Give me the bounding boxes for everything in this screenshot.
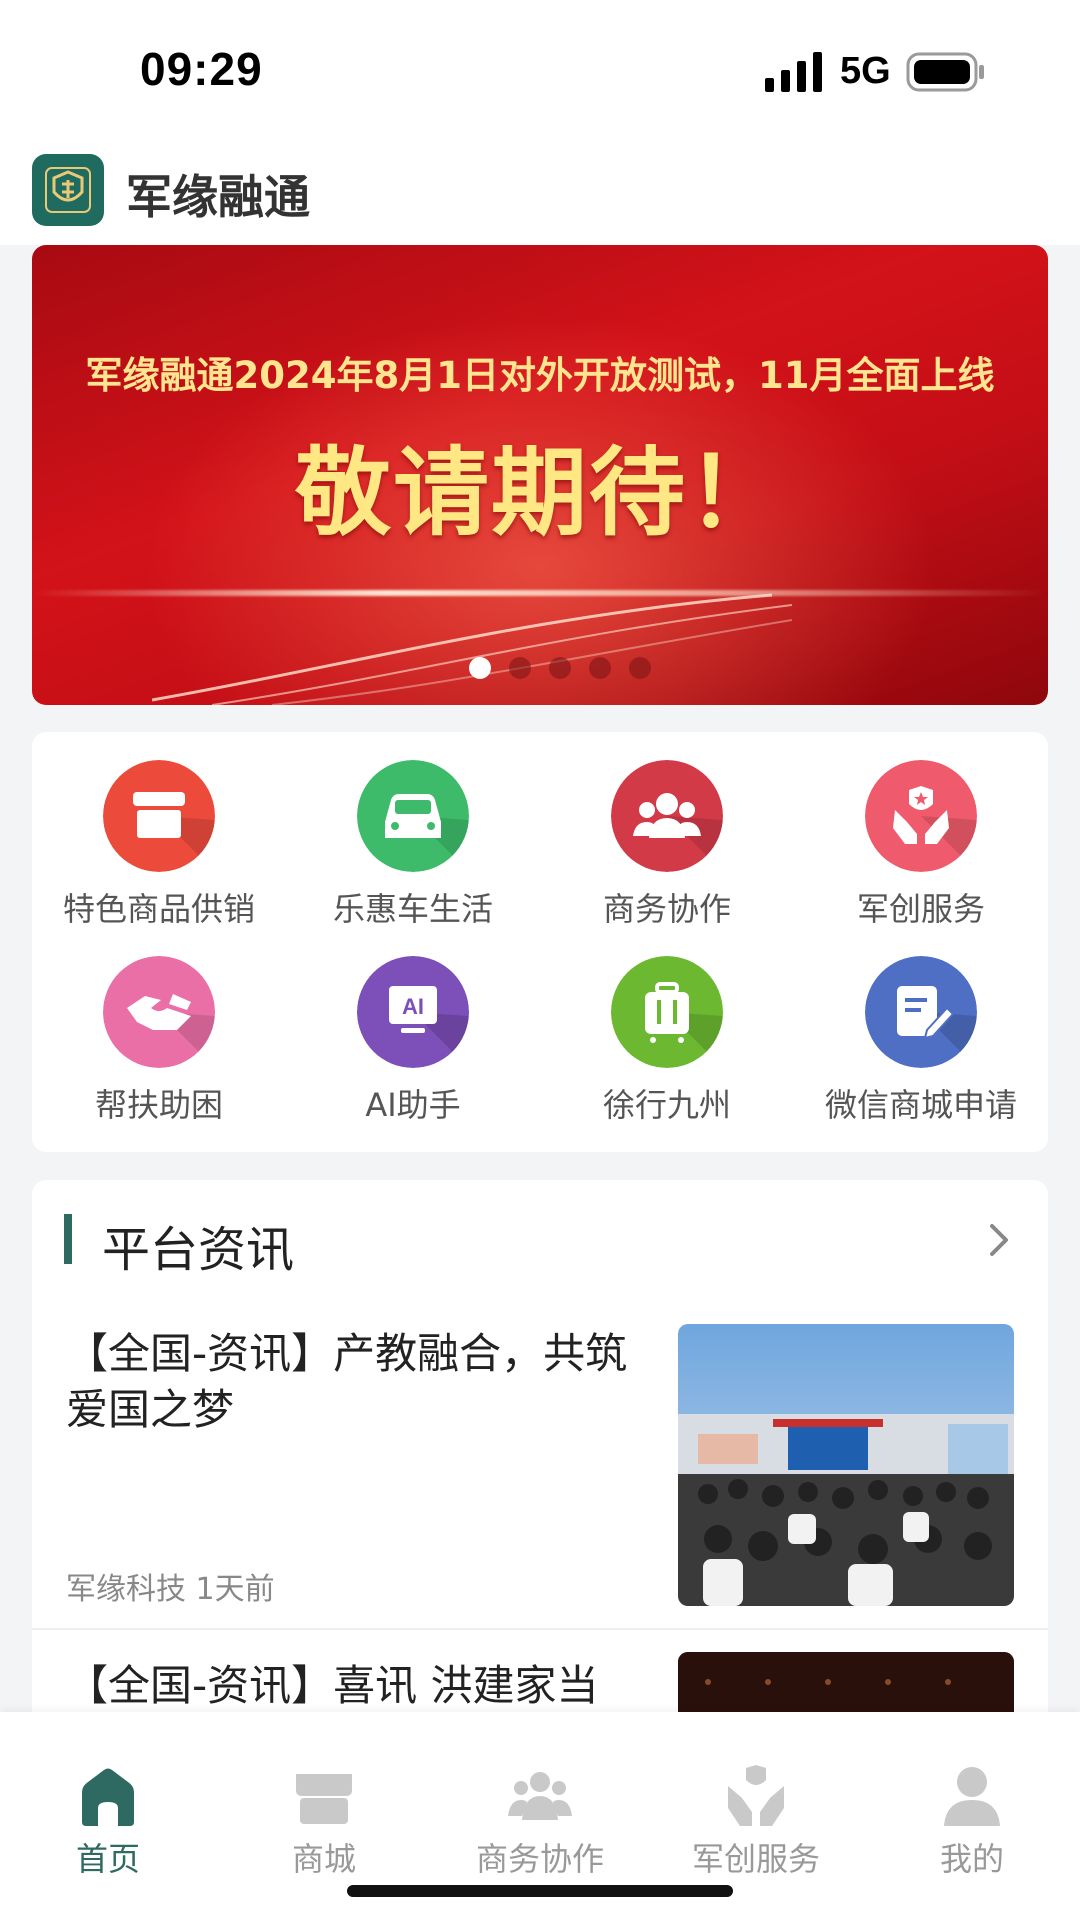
feature-label: 乐惠车生活	[332, 890, 493, 928]
hands-star-icon	[865, 760, 977, 872]
app-title: 军缘融通	[126, 170, 310, 224]
home-indicator[interactable]	[347, 1885, 733, 1897]
hands-star-icon	[728, 1765, 784, 1826]
status-time: 09:29	[140, 43, 263, 95]
banner-dot[interactable]	[549, 657, 571, 679]
battery-icon	[906, 52, 984, 92]
status-bar: 09:29 5G	[0, 0, 1080, 145]
banner-dot[interactable]	[589, 657, 611, 679]
car-icon	[357, 760, 469, 872]
news-item-title: 【全国-资讯】喜讯 洪建家当	[66, 1661, 599, 1710]
banner-title: 敬请期待！	[295, 437, 785, 549]
profile-icon	[944, 1767, 1000, 1826]
feature-label: 徐行九州	[602, 1086, 731, 1124]
news-item-title: 【全国-资讯】产教融合，共筑爱国之梦	[66, 1329, 628, 1434]
business-people-icon	[508, 1772, 572, 1820]
tab-label: 首页	[75, 1840, 140, 1878]
conference-hall-photo	[678, 1324, 1014, 1606]
chevron-right-icon[interactable]	[984, 1220, 1014, 1260]
feature-label: 军创服务	[856, 890, 985, 928]
feature-specialty-goods[interactable]: 特色商品供销	[32, 732, 286, 928]
feature-label: AI助手	[365, 1086, 461, 1124]
news-section: 平台资讯 【全国-资讯】产教融合，共筑爱国之梦 军缘科技 1天前 【全国-资讯】…	[32, 1180, 1048, 1740]
tab-label: 商城	[291, 1840, 356, 1878]
app-logo-icon	[32, 154, 104, 226]
tab-business-collab[interactable]: 商务协作	[432, 1712, 648, 1878]
tab-mall[interactable]: 商城	[216, 1712, 432, 1878]
tab-label: 军创服务	[691, 1840, 820, 1878]
tab-label: 我的	[939, 1840, 1004, 1878]
banner-dot[interactable]	[629, 657, 651, 679]
tab-profile[interactable]: 我的	[864, 1712, 1080, 1878]
feature-military-service[interactable]: 军创服务	[794, 732, 1048, 928]
home-icon	[82, 1768, 134, 1826]
app-header: 军缘融通	[0, 145, 1080, 245]
signal-bars-icon	[765, 52, 822, 92]
feature-label: 帮扶助困	[94, 1086, 223, 1124]
handshake-icon	[103, 956, 215, 1068]
feature-ai-assistant[interactable]: AI AI助手	[286, 928, 540, 1124]
section-accent-bar	[64, 1214, 72, 1264]
tab-label: 商务协作	[475, 1840, 604, 1878]
news-item-meta: 军缘科技 1天前	[66, 1564, 275, 1608]
luggage-icon	[611, 956, 723, 1068]
feature-label: 特色商品供销	[62, 890, 255, 928]
tab-home[interactable]: 首页	[0, 1712, 216, 1878]
promo-banner[interactable]: 军缘融通2024年8月1日对外开放测试，11月全面上线 敬请期待！	[32, 245, 1048, 705]
store-icon	[103, 760, 215, 872]
store-icon	[296, 1774, 352, 1824]
news-item[interactable]: 【全国-资讯】产教融合，共筑爱国之梦 军缘科技 1天前	[32, 1324, 1048, 1626]
feature-label: 微信商城申请	[824, 1086, 1017, 1124]
svg-text:AI: AI	[402, 994, 424, 1019]
edit-document-icon	[865, 956, 977, 1068]
banner-pagination[interactable]	[32, 657, 1048, 679]
news-item-source: 军缘科技	[66, 1572, 186, 1607]
news-section-title: 平台资讯	[102, 1222, 295, 1278]
business-people-icon	[611, 760, 723, 872]
news-item-time: 1天前	[195, 1572, 275, 1607]
feature-label: 商务协作	[602, 890, 731, 928]
banner-subtitle: 军缘融通2024年8月1日对外开放测试，11月全面上线	[85, 354, 995, 397]
feature-car-life[interactable]: 乐惠车生活	[286, 732, 540, 928]
feature-travel[interactable]: 徐行九州	[540, 928, 794, 1124]
banner-dot[interactable]	[469, 657, 491, 679]
feature-grid: 特色商品供销 乐惠车生活 商务协作 军创服务 帮扶助困 AI AI助手 徐行九州…	[32, 732, 1048, 1152]
feature-business-collab[interactable]: 商务协作	[540, 732, 794, 928]
feature-poverty-aid[interactable]: 帮扶助困	[32, 928, 286, 1124]
banner-dot[interactable]	[509, 657, 531, 679]
tab-military-service[interactable]: 军创服务	[648, 1712, 864, 1878]
network-label: 5G	[840, 50, 891, 92]
banner-road-graphic	[152, 593, 792, 705]
news-divider	[32, 1628, 1048, 1630]
ai-assistant-icon: AI	[357, 956, 469, 1068]
feature-wechat-mall-apply[interactable]: 微信商城申请	[794, 928, 1048, 1124]
